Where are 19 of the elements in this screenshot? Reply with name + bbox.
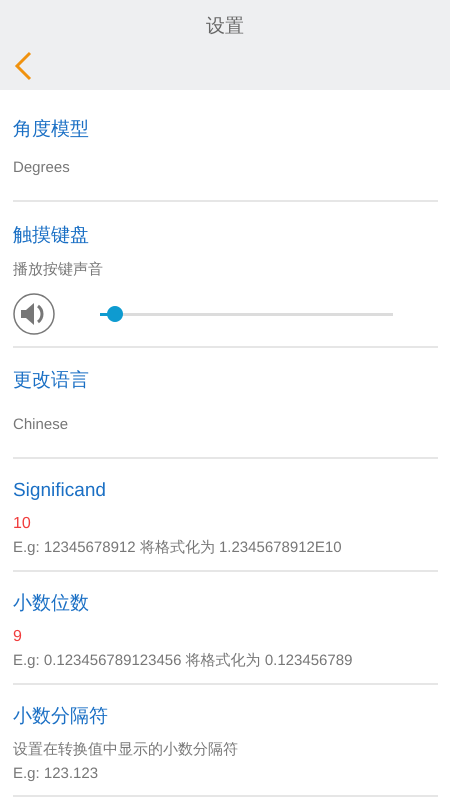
setting-title: Significand — [13, 479, 106, 503]
back-button[interactable] — [12, 50, 34, 82]
speaker-icon[interactable] — [13, 293, 55, 335]
setting-title: 小数分隔符 — [13, 705, 108, 729]
example-text: E.g: 123.123 — [13, 764, 98, 784]
setting-value: Degrees — [13, 158, 70, 178]
setting-title: 小数位数 — [13, 592, 89, 616]
setting-value: 10 — [13, 514, 31, 534]
setting-value: 9 — [13, 627, 22, 647]
setting-value: Chinese — [13, 415, 68, 435]
example-text: E.g: 12345678912 将格式化为 1.2345678912E10 — [13, 538, 342, 558]
example-text: E.g: 0.123456789123456 将格式化为 0.123456789 — [13, 651, 352, 671]
page-title: 设置 — [206, 15, 244, 39]
setting-title: 更改语言 — [13, 369, 89, 393]
setting-title: 角度模型 — [13, 118, 89, 142]
setting-description: 设置在转换值中显示的小数分隔符 — [13, 740, 238, 760]
setting-title: 触摸键盘 — [13, 224, 89, 248]
setting-subtitle: 播放按键声音 — [13, 260, 103, 280]
slider-thumb[interactable] — [106, 306, 123, 322]
